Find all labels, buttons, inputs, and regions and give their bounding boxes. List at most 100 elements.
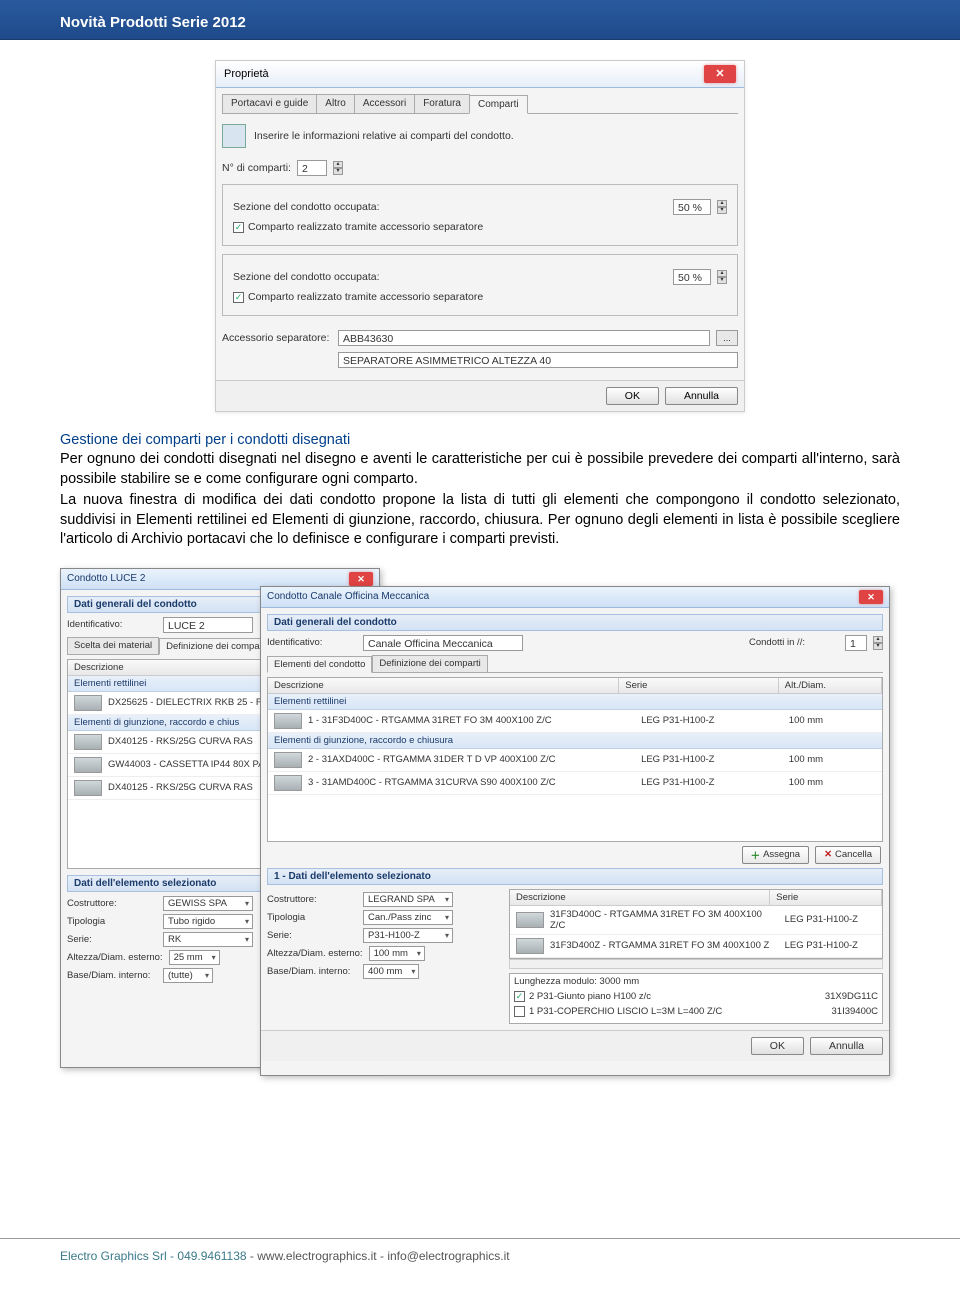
item-label: DX40125 - RKS/25G CURVA RAS (108, 782, 253, 793)
list-item[interactable]: 31F3D400C - RTGAMMA 31RET FO 3M 400X100 … (510, 906, 882, 935)
col-serie: Serie (770, 890, 882, 905)
thumb-icon (274, 752, 302, 768)
tab-accessori[interactable]: Accessori (354, 94, 415, 113)
assegna-button[interactable]: ＋Assegna (742, 846, 810, 864)
comparto-cb-label: Comparto realizzato tramite accessorio s… (248, 291, 483, 303)
browse-button[interactable]: ... (716, 330, 738, 346)
thumb-icon (274, 775, 302, 791)
item-serie: LEG P31-H100-Z (641, 777, 783, 788)
accessorio-label: Accessorio separatore: (222, 332, 332, 344)
dlg-condotto-officina: Condotto Canale Officina Meccanica ✕ Dat… (260, 586, 890, 1076)
page-footer: Electro Graphics Srl - 049.9461138 - www… (0, 1238, 960, 1271)
cancella-button[interactable]: ✕Cancella (815, 846, 881, 864)
annulla-button[interactable]: Annulla (810, 1037, 883, 1055)
tipologia-select[interactable]: Tubo rigido (163, 914, 253, 929)
base-int-select[interactable]: (tutte) (163, 968, 213, 983)
n-comparti-label: N° di comparti: (222, 162, 291, 174)
spinner-icon[interactable]: ▴▾ (717, 200, 727, 214)
lung-modulo: Lunghezza modulo: 3000 mm (514, 976, 878, 987)
tab-portacavi[interactable]: Portacavi e guide (222, 94, 317, 113)
ident-label: Identificativo: (67, 619, 157, 630)
accessorio-code-input[interactable]: ABB43630 (338, 330, 710, 346)
thumb-icon (516, 938, 544, 954)
opt-label: 1 P31-COPERCHIO LISCIO L=3M L=400 Z/C (529, 1006, 828, 1017)
item-label: DX40125 - RKS/25G CURVA RAS (108, 736, 253, 747)
tab-altro[interactable]: Altro (316, 94, 355, 113)
thumb-icon (74, 780, 102, 796)
tipologia-select[interactable]: Can./Pass zinc (363, 910, 453, 925)
sezione-input[interactable]: 50 % (673, 199, 711, 215)
proprieta-dialog: Proprietà ✕ Portacavi e guide Altro Acce… (215, 60, 745, 412)
list-item[interactable]: 3 - 31AMD400C - RTGAMMA 31CURVA S90 400X… (268, 772, 882, 795)
accessorio-desc-input[interactable]: SEPARATORE ASIMMETRICO ALTEZZA 40 (338, 352, 738, 368)
page-header: Novità Prodotti Serie 2012 (0, 0, 960, 40)
serie-select[interactable]: RK (163, 932, 253, 947)
opt-code: 31I39400C (832, 1006, 878, 1017)
col-descrizione: Descrizione (268, 678, 619, 693)
section-heading: Gestione dei comparti per i condotti dis… (60, 432, 900, 448)
paragraph-1: Per ognuno dei condotti disegnati nel di… (60, 450, 900, 489)
item-serie: LEG P31-H100-Z (641, 754, 783, 765)
ok-button[interactable]: OK (751, 1037, 804, 1055)
serie-label: Serie: (267, 930, 357, 941)
footer-phone: 049.9461138 (177, 1249, 246, 1263)
tab-comparti[interactable]: Comparti (469, 95, 528, 114)
list-item[interactable]: 2 - 31AXD400C - RTGAMMA 31DER T D VP 400… (268, 749, 882, 772)
dlg-title-text: Condotto Canale Officina Meccanica (267, 591, 429, 602)
base-int-select[interactable]: 400 mm (363, 964, 419, 979)
checkbox-icon[interactable]: ✓ (233, 222, 244, 233)
item-desc: 3 - 31AMD400C - RTGAMMA 31CURVA S90 400X… (308, 777, 635, 788)
checkbox-icon[interactable]: ✓ (233, 292, 244, 303)
list-item[interactable]: 31F3D400Z - RTGAMMA 31RET FO 3M 400X100 … (510, 935, 882, 958)
tab-foratura[interactable]: Foratura (414, 94, 470, 113)
thumb-icon (74, 757, 102, 773)
sect-giunzione: Elementi di giunzione, raccordo e chiusu… (268, 733, 882, 749)
n-comparti-input[interactable]: 2 (297, 160, 327, 176)
header-title: Novità Prodotti Serie 2012 (60, 14, 246, 31)
serie-select[interactable]: P31-H100-Z (363, 928, 453, 943)
annulla-button[interactable]: Annulla (665, 387, 738, 405)
costruttore-select[interactable]: GEWISS SPA (163, 896, 253, 911)
condotti-in-input[interactable]: 1 (845, 635, 867, 651)
comparto-cb-label: Comparto realizzato tramite accessorio s… (248, 221, 483, 233)
col-alt: Alt./Diam. (779, 678, 882, 693)
checkbox-icon[interactable] (514, 1006, 525, 1017)
item-serie: LEG P31-H100-Z (641, 715, 783, 726)
sezione-label: Sezione del condotto occupata: (233, 201, 380, 213)
list-item[interactable]: 1 - 31F3D400C - RTGAMMA 31RET FO 3M 400X… (268, 710, 882, 733)
close-icon[interactable]: ✕ (704, 65, 736, 83)
ok-button[interactable]: OK (606, 387, 659, 405)
alt-est-select[interactable]: 100 mm (369, 946, 425, 961)
tab-definizione-comparti[interactable]: Definizione dei comparti (372, 655, 487, 672)
ident-input[interactable]: LUCE 2 (163, 617, 253, 633)
alt-est-label: Altezza/Diam. esterno: (267, 948, 363, 959)
info-icon (222, 124, 246, 148)
tab-elementi[interactable]: Elementi del condotto (267, 656, 372, 673)
item-desc: 31F3D400C - RTGAMMA 31RET FO 3M 400X100 … (550, 909, 779, 931)
comparto-group-1: Sezione del condotto occupata: 50 % ▴▾ ✓… (222, 184, 738, 246)
costruttore-select[interactable]: LEGRAND SPA (363, 892, 453, 907)
spinner-icon[interactable]: ▴▾ (333, 161, 343, 175)
ident-input[interactable]: Canale Officina Meccanica (363, 635, 523, 651)
close-icon[interactable]: ✕ (859, 590, 883, 604)
alt-est-select[interactable]: 25 mm (169, 950, 220, 965)
btn-label: Assegna (763, 849, 800, 860)
window-title: Proprietà (224, 68, 269, 80)
x-icon: ✕ (824, 849, 832, 860)
costruttore-label: Costruttore: (267, 894, 357, 905)
tab-definizione-comparti[interactable]: Definizione dei comparti (159, 638, 274, 655)
base-int-label: Base/Diam. interno: (67, 970, 157, 981)
thumb-icon (274, 713, 302, 729)
btn-label: Cancella (835, 849, 872, 860)
alt-est-label: Altezza/Diam. esterno: (67, 952, 163, 963)
ident-label: Identificativo: (267, 637, 357, 648)
checkbox-icon[interactable]: ✓ (514, 991, 525, 1002)
spinner-icon[interactable]: ▴▾ (873, 636, 883, 650)
item-alt: 100 mm (789, 715, 876, 726)
spinner-icon[interactable]: ▴▾ (717, 270, 727, 284)
sezione-input[interactable]: 50 % (673, 269, 711, 285)
item-serie: LEG P31-H100-Z (785, 940, 876, 951)
scrollbar[interactable] (509, 959, 883, 969)
close-icon[interactable]: ✕ (349, 572, 373, 586)
tab-scelta-materiali[interactable]: Scelta dei material (67, 637, 159, 654)
